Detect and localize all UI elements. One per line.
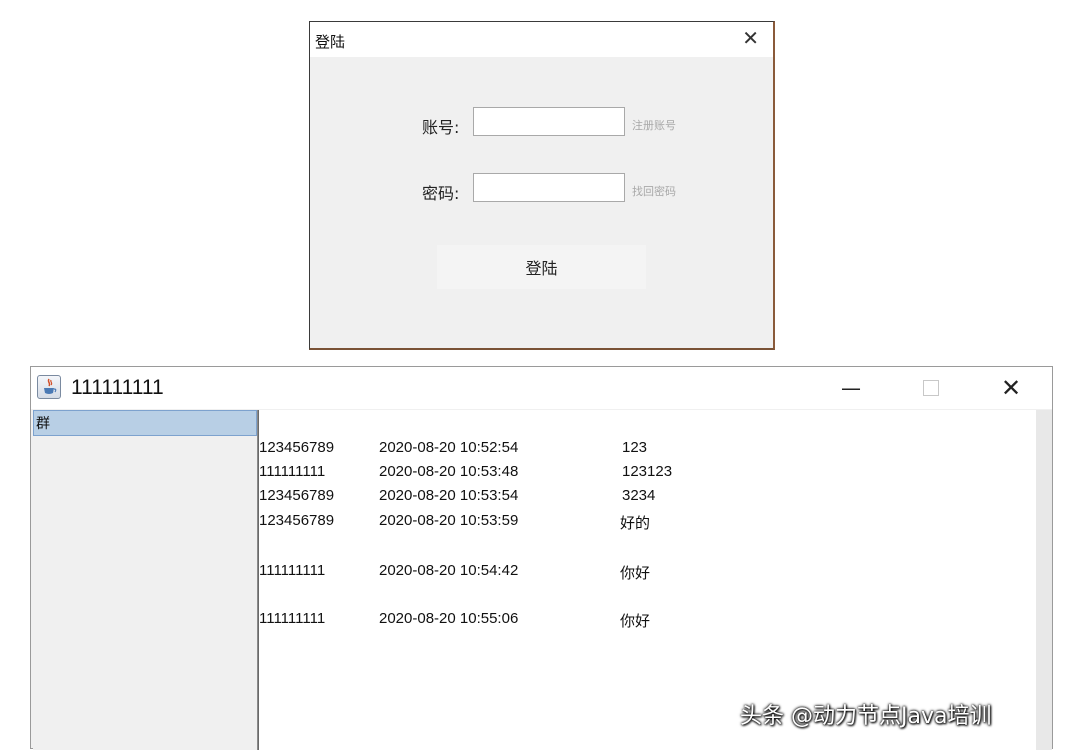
message-time: 2020-08-20 10:53:59 xyxy=(379,512,519,529)
message-text: 好的 xyxy=(620,515,651,532)
message-sender: 111111111 xyxy=(259,463,326,480)
message-text: 123123 xyxy=(622,463,673,480)
message-sender: 111111111 xyxy=(259,562,326,579)
chat-window: 111111111 — ✕ 群 123456789 2020-08-20 10:… xyxy=(30,366,1053,750)
message-text: 你好 xyxy=(620,613,651,630)
scrollbar[interactable] xyxy=(1036,410,1052,750)
chat-titlebar: 111111111 — ✕ xyxy=(31,367,1052,409)
login-dialog: 登陆 ✕ 账号: 注册账号 密码: 找回密码 登陆 xyxy=(309,21,775,350)
group-list-item[interactable]: 群 xyxy=(33,410,257,436)
message-sender: 123456789 xyxy=(259,512,335,529)
message-text: 3234 xyxy=(622,487,656,504)
recover-password-link[interactable]: 找回密码 xyxy=(632,183,676,199)
close-icon[interactable]: ✕ xyxy=(742,28,759,48)
message-text: 123 xyxy=(622,439,648,456)
message-sender: 123456789 xyxy=(259,439,335,456)
login-title: 登陆 xyxy=(315,33,346,51)
close-icon[interactable]: ✕ xyxy=(981,367,1041,409)
message-time: 2020-08-20 10:55:06 xyxy=(379,610,519,627)
password-label: 密码: xyxy=(422,184,460,203)
message-text: 你好 xyxy=(620,565,651,582)
message-sender: 123456789 xyxy=(259,487,335,504)
message-time: 2020-08-20 10:53:54 xyxy=(379,487,519,504)
register-link[interactable]: 注册账号 xyxy=(632,117,676,133)
login-titlebar: 登陆 ✕ xyxy=(310,22,773,57)
window-title: 111111111 xyxy=(71,376,164,399)
group-list: 群 xyxy=(33,410,258,750)
login-button[interactable]: 登陆 xyxy=(437,245,646,289)
account-label: 账号: xyxy=(422,118,460,137)
message-time: 2020-08-20 10:53:48 xyxy=(379,463,519,480)
java-icon xyxy=(37,375,61,399)
password-input[interactable] xyxy=(473,173,625,202)
message-sender: 111111111 xyxy=(259,610,326,627)
maximize-icon[interactable] xyxy=(901,367,961,409)
message-time: 2020-08-20 10:52:54 xyxy=(379,439,519,456)
message-time: 2020-08-20 10:54:42 xyxy=(379,562,519,579)
watermark-text: 头条 @动力节点Java培训 xyxy=(740,704,992,729)
minimize-icon[interactable]: — xyxy=(821,367,881,409)
account-input[interactable] xyxy=(473,107,625,136)
